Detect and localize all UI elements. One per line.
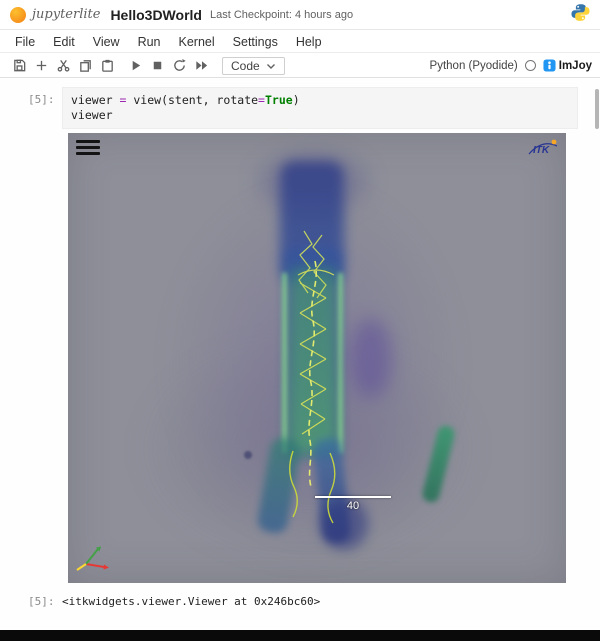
bottom-black-bar bbox=[0, 630, 600, 641]
notebook-panel: [5]: viewer = view(stent, rotate=True) v… bbox=[0, 79, 600, 630]
svg-text:ITK: ITK bbox=[533, 145, 550, 156]
code-line-1: viewer = view(stent, rotate=True) bbox=[71, 93, 569, 108]
imjoy-icon bbox=[543, 59, 556, 72]
code-editor[interactable]: viewer = view(stent, rotate=True) viewer bbox=[62, 87, 578, 129]
cell-type-label: Code bbox=[231, 59, 260, 73]
menu-file[interactable]: File bbox=[6, 33, 44, 51]
notebook-toolbar: Code Python (Pyodide) ImJoy bbox=[0, 54, 600, 78]
cell-type-dropdown[interactable]: Code bbox=[222, 57, 285, 75]
orientation-axes-icon bbox=[74, 544, 112, 579]
menu-bar: File Edit View Run Kernel Settings Help bbox=[0, 31, 600, 53]
interrupt-kernel-icon[interactable] bbox=[146, 56, 168, 76]
paste-cells-icon[interactable] bbox=[96, 56, 118, 76]
restart-kernel-icon[interactable] bbox=[168, 56, 190, 76]
scrollbar-thumb[interactable] bbox=[595, 89, 599, 129]
menu-help[interactable]: Help bbox=[287, 33, 331, 51]
header: jupyterlite Hello3DWorld Last Checkpoint… bbox=[0, 0, 600, 30]
copy-cells-icon[interactable] bbox=[74, 56, 96, 76]
python-logo-icon bbox=[571, 3, 590, 27]
code-line-2: viewer bbox=[71, 108, 569, 123]
viewer-menu-icon[interactable] bbox=[76, 140, 100, 158]
menu-edit[interactable]: Edit bbox=[44, 33, 84, 51]
scale-bar-label: 40 bbox=[315, 500, 391, 512]
cut-cells-icon[interactable] bbox=[52, 56, 74, 76]
kernel-status-icon bbox=[525, 60, 536, 71]
menu-run[interactable]: Run bbox=[129, 33, 170, 51]
menu-settings[interactable]: Settings bbox=[224, 33, 287, 51]
imjoy-button[interactable]: ImJoy bbox=[543, 59, 592, 72]
itk-viewer-canvas[interactable]: ITK 40 bbox=[68, 133, 566, 583]
menu-view[interactable]: View bbox=[84, 33, 129, 51]
notebook-title[interactable]: Hello3DWorld bbox=[110, 7, 202, 23]
run-cell-icon[interactable] bbox=[124, 56, 146, 76]
scale-bar bbox=[315, 496, 391, 498]
jupyterlite-wordmark[interactable]: jupyterlite bbox=[32, 7, 100, 22]
stent-mesh-graphic bbox=[68, 133, 566, 583]
itk-logo: ITK bbox=[526, 137, 560, 164]
jupyterlite-app: jupyterlite Hello3DWorld Last Checkpoint… bbox=[0, 0, 600, 641]
kernel-name[interactable]: Python (Pyodide) bbox=[430, 60, 518, 72]
insert-cell-icon[interactable] bbox=[30, 56, 52, 76]
cell-output-widget: ITK 40 bbox=[68, 133, 566, 583]
jupyterlite-logo-icon[interactable] bbox=[10, 7, 26, 23]
cell-input-prompt: [5]: bbox=[28, 93, 55, 106]
imjoy-label: ImJoy bbox=[559, 60, 592, 72]
menu-kernel[interactable]: Kernel bbox=[170, 33, 224, 51]
chevron-down-icon bbox=[266, 62, 276, 70]
restart-run-all-icon[interactable] bbox=[190, 56, 212, 76]
output-repr-text: <itkwidgets.viewer.Viewer at 0x246bc60> bbox=[62, 595, 320, 608]
checkpoint-status: Last Checkpoint: 4 hours ago bbox=[210, 9, 353, 21]
save-icon[interactable] bbox=[8, 56, 30, 76]
cell-output-prompt: [5]: bbox=[28, 595, 55, 608]
